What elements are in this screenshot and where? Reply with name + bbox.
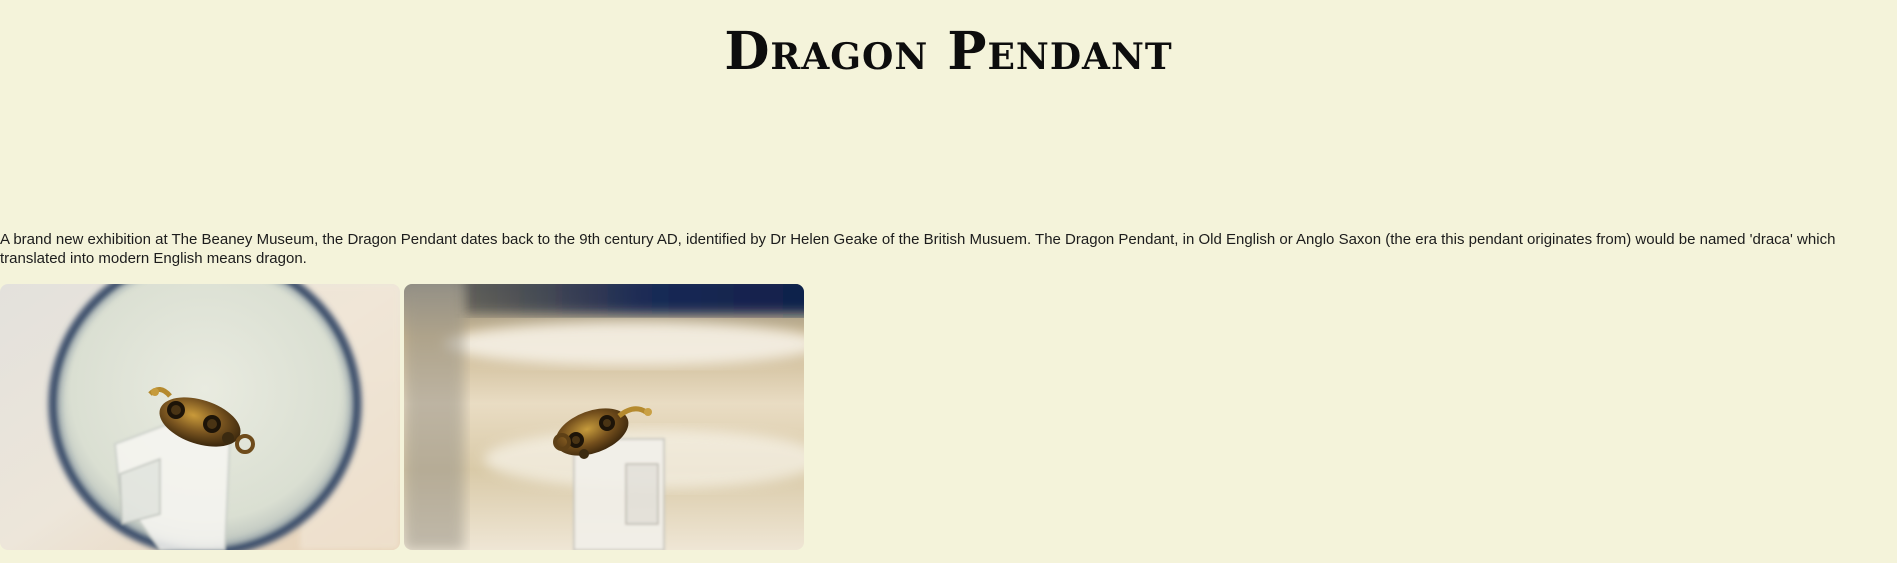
page-title: Dragon Pendant xyxy=(724,21,1173,82)
pendant-stand-image xyxy=(404,284,804,550)
image-gallery xyxy=(0,284,804,550)
pendant-magnifier-image xyxy=(0,284,400,550)
intro-paragraph: A brand new exhibition at The Beaney Mus… xyxy=(0,231,1836,267)
pendant-photo-magnifier[interactable] xyxy=(0,284,400,550)
pendant-photo-stand[interactable] xyxy=(404,284,804,550)
